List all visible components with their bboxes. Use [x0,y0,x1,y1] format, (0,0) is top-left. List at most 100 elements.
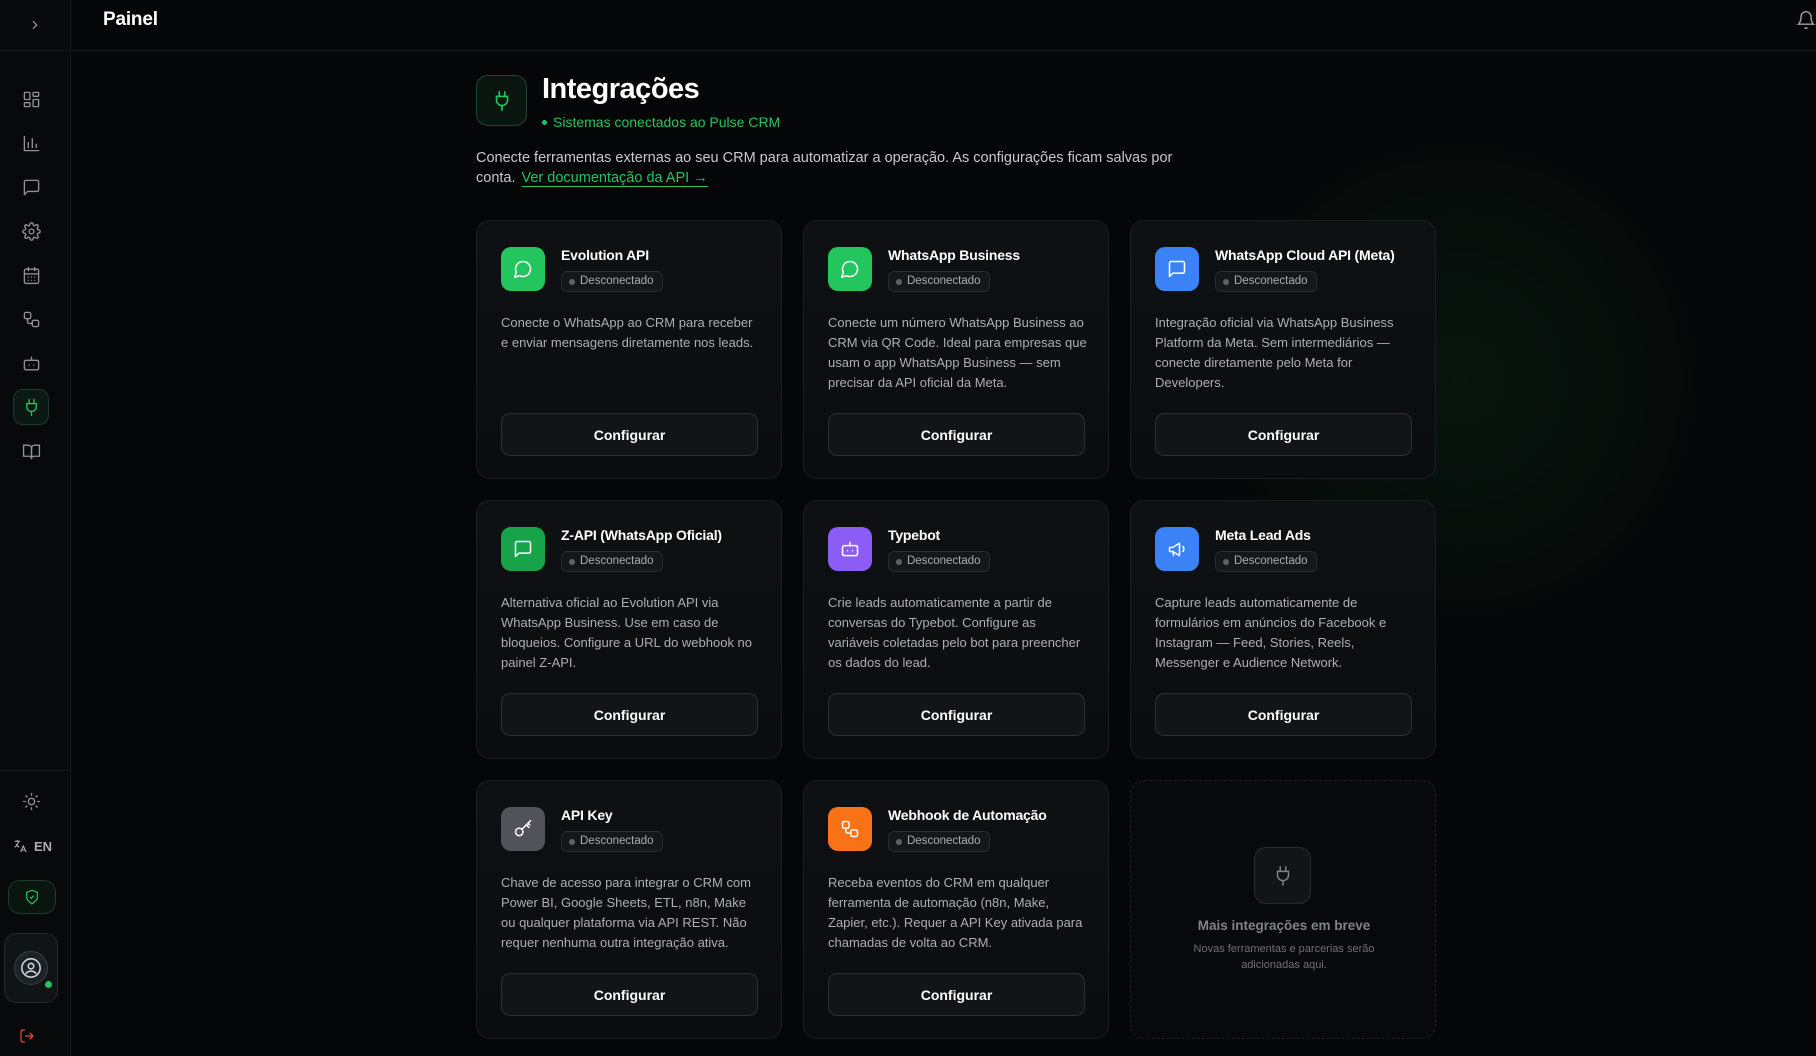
integration-name: Evolution API [561,247,649,263]
message-square-icon [1168,260,1186,278]
shield-check-icon [26,889,38,905]
integration-card: WhatsApp Cloud API (Meta) Desconectado Int… [1130,220,1436,479]
integration-card: API Key Desconectado Chave de acesso para … [476,780,782,1039]
status-badge: Desconectado [1215,271,1317,292]
status-badge: Desconectado [561,831,663,852]
page-subtitle-text: Sistemas conectados ao Pulse CRM [553,114,781,130]
integration-name: API Key [561,807,613,823]
integration-icon-box [1155,527,1199,571]
integration-card: Typebot Desconectado Crie leads automatica… [803,500,1109,759]
logout-icon [20,1029,34,1043]
sidebar-item-calendar[interactable] [13,257,49,293]
notifications-button[interactable] [1796,10,1816,30]
integration-card: Webhook de Automação Desconectado Receba e… [803,780,1109,1039]
integration-description: Capture leads automaticamente de formulá… [1155,595,1387,670]
integration-icon-box [828,527,872,571]
sun-icon [22,792,40,810]
integration-name: Webhook de Automação [888,807,1047,823]
sidebar: EN [0,0,71,1056]
coming-soon-text: Novas ferramentas e parcerias serão adic… [1193,943,1375,971]
sidebar-item-settings[interactable] [13,213,49,249]
status-badge: Desconectado [1215,551,1317,572]
configure-button[interactable]: Configurar [1155,413,1412,456]
sidebar-item-integrations[interactable] [13,389,49,425]
megaphone-icon [1168,542,1185,557]
status-dot [542,119,547,125]
user-circle-icon [21,958,41,978]
integration-description: Chave de acesso para integrar o CRM com … [501,875,752,950]
translate-icon [14,840,27,853]
workflow-icon [23,311,39,327]
configure-button[interactable]: Configurar [828,413,1085,456]
plug-icon [1276,865,1289,886]
status-badge: Desconectado [561,271,663,292]
integration-description: Conecte o WhatsApp ao CRM para receber e… [501,315,754,350]
logout-button[interactable] [19,1028,35,1044]
status-badge: Desconectado [888,271,990,292]
integration-name: WhatsApp Business [888,247,1020,263]
calendar-icon [23,266,39,284]
sidebar-item-workflows[interactable] [13,301,49,337]
integration-card: Evolution API Desconectado Conecte o Whats… [476,220,782,479]
sidebar-item-docs[interactable] [13,433,49,469]
configure-button[interactable]: Configurar [501,413,758,456]
bell-icon [1796,11,1816,30]
integration-description: Integração oficial via WhatsApp Business… [1155,315,1394,390]
configure-button[interactable]: Configurar [501,973,758,1016]
integration-name: Meta Lead Ads [1215,527,1311,543]
integration-description: Receba eventos do CRM em qualquer ferram… [828,875,1083,950]
sidebar-item-bots[interactable] [13,345,49,381]
sidebar-item-reports[interactable] [13,125,49,161]
coming-soon-title: Mais integrações em breve [1197,918,1371,933]
theme-toggle-button[interactable] [13,783,49,819]
avatar [14,951,54,990]
page-title: Integrações [542,73,700,105]
coming-soon-card: Mais integrações em breve Novas ferramen… [1130,780,1436,1039]
integration-description: Crie leads automaticamente a partir de c… [828,595,1081,670]
sidebar-item-dashboard[interactable] [13,81,49,117]
page-icon [476,75,527,126]
integration-description: Alternativa oficial ao Evolution API via… [501,595,753,670]
sidebar-header [0,0,70,51]
integration-name: Z-API (WhatsApp Oficial) [561,527,722,543]
configure-button[interactable]: Configurar [501,693,758,736]
configure-button[interactable]: Configurar [1155,693,1412,736]
plug-icon [25,398,37,416]
language-label: EN [34,838,53,854]
page-subtitle: Sistemas conectados ao Pulse CRM [542,114,780,130]
chat-bubble-icon [840,260,859,279]
configure-button[interactable]: Configurar [828,693,1085,736]
api-docs-link[interactable]: Ver documentação da API → [521,170,708,187]
integration-description: Conecte um número WhatsApp Business ao C… [828,315,1087,390]
sidebar-toggle-button[interactable] [20,10,50,40]
user-menu-button[interactable] [4,933,58,1003]
integration-name: Typebot [888,527,941,543]
gear-icon [21,221,41,241]
chat-bubble-icon [513,260,532,279]
sidebar-item-messages[interactable] [13,169,49,205]
language-switch[interactable]: EN [12,838,52,854]
integration-card: Z-API (WhatsApp Oficial) Desconectado Alte… [476,500,782,759]
integration-name: WhatsApp Cloud API (Meta) [1215,247,1395,263]
configure-button[interactable]: Configurar [828,973,1085,1016]
chat-icon [23,179,39,195]
bar-chart-icon [23,135,39,151]
online-status-dot [43,979,54,990]
status-badge: Desconectado [561,551,663,572]
bot-icon [23,355,39,371]
status-badge: Desconectado [888,551,990,572]
grid-icon [23,91,39,107]
message-square-icon [514,540,532,558]
top-bar: Painel [71,0,1816,51]
integration-icon-box [501,247,545,291]
coming-soon-icon-box [1254,847,1311,904]
integration-icon-box [828,807,872,851]
book-icon [22,443,40,459]
bot-icon [841,541,859,557]
integration-icon-box [1155,247,1199,291]
workflow-icon [841,820,859,838]
page-intro: Conecte ferramentas externas ao seu CRM … [476,148,1176,188]
sidebar-divider [0,770,71,771]
header-title: Painel [103,9,158,30]
security-button[interactable] [8,880,56,914]
